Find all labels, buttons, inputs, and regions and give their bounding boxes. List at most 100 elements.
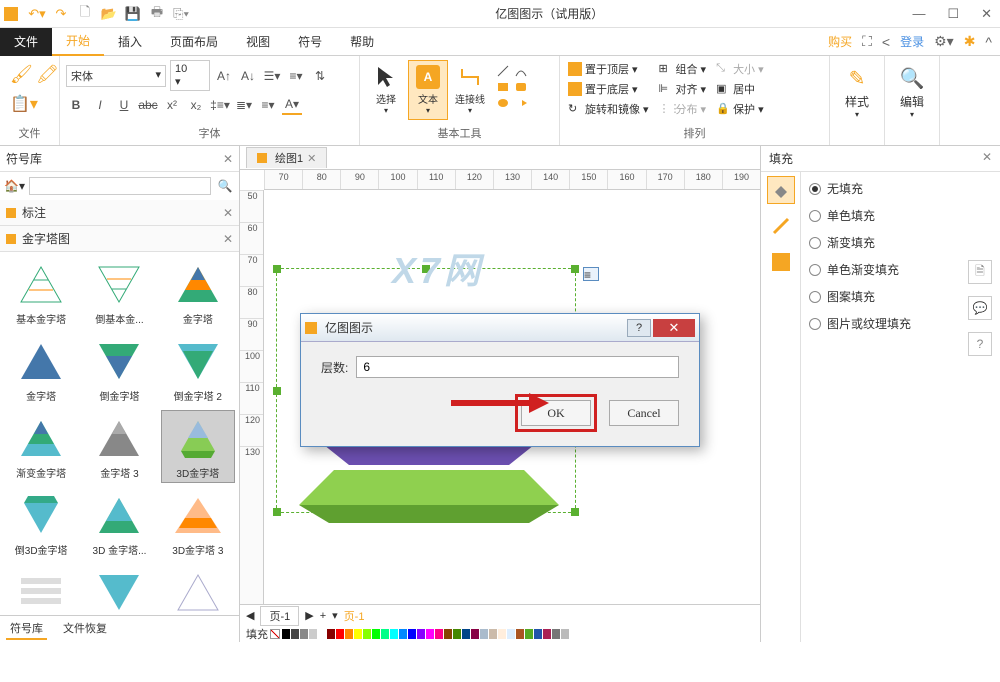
cancel-button[interactable]: Cancel	[609, 400, 679, 426]
category-annotation[interactable]: 标注✕	[0, 200, 239, 226]
redo-icon[interactable]: ↷	[52, 5, 70, 23]
color-swatch[interactable]	[426, 629, 434, 639]
strike-button[interactable]: abc	[138, 95, 158, 115]
color-swatch[interactable]	[489, 629, 497, 639]
document-tab[interactable]: 绘图1 ✕	[246, 147, 327, 168]
align-vert-icon[interactable]: ≡▾	[286, 66, 306, 86]
color-swatch[interactable]	[390, 629, 398, 639]
color-swatch[interactable]	[525, 629, 533, 639]
close-panel-icon[interactable]: ✕	[223, 152, 233, 166]
social-icon[interactable]: <	[882, 34, 890, 50]
color-swatch[interactable]	[327, 629, 335, 639]
text-direction-icon[interactable]: ⇅	[310, 66, 330, 86]
font-family-select[interactable]: 宋体 ▾	[66, 65, 166, 87]
italic-button[interactable]: I	[90, 95, 110, 115]
edit-button[interactable]: 🔍 编辑 ▾	[891, 60, 933, 125]
dialog-help-button[interactable]: ?	[627, 319, 651, 337]
tab-symbol[interactable]: 符号	[284, 28, 336, 56]
subscript-icon[interactable]: x₂	[186, 95, 206, 115]
gallery-item[interactable]: 倒金字塔	[82, 333, 156, 406]
gallery-item[interactable]	[4, 564, 78, 615]
underline-button[interactable]: U	[114, 95, 134, 115]
gallery-item[interactable]: 渐变金字塔	[4, 410, 78, 483]
select-tool[interactable]: 选择 ▾	[366, 60, 406, 120]
bullets-icon[interactable]: ☰▾	[262, 66, 282, 86]
page-menu-icon[interactable]: ▾	[332, 609, 338, 622]
prev-page-icon[interactable]: ◀	[246, 609, 254, 622]
color-swatch[interactable]	[444, 629, 452, 639]
gallery-item[interactable]: 倒基本金...	[82, 256, 156, 329]
open-icon[interactable]: 📂	[100, 5, 118, 23]
tab-insert[interactable]: 插入	[104, 28, 156, 56]
tab-file-recover[interactable]: 文件恢复	[59, 618, 111, 640]
color-swatch[interactable]	[561, 629, 569, 639]
tab-symbol-lib[interactable]: 符号库	[6, 618, 47, 640]
color-swatch[interactable]	[372, 629, 380, 639]
color-swatch[interactable]	[471, 629, 479, 639]
line-shape-icon[interactable]	[496, 64, 510, 78]
minimize-button[interactable]: —	[908, 6, 929, 22]
color-swatch[interactable]	[453, 629, 461, 639]
brush-icon[interactable]: 🖍	[36, 64, 58, 86]
help-icon[interactable]: ?	[968, 332, 992, 356]
font-size-select[interactable]: 10 ▾	[170, 60, 210, 91]
center-button[interactable]: ▣居中	[714, 80, 766, 98]
login-link[interactable]: 登录	[900, 33, 924, 50]
gallery-item[interactable]: 金字塔 3	[82, 410, 156, 483]
note-icon[interactable]: 🗎	[968, 260, 992, 284]
file-menu[interactable]: 文件	[0, 28, 52, 56]
share-icon[interactable]: ⛶	[862, 33, 872, 50]
gallery-item[interactable]	[161, 564, 235, 615]
ellipse-shape-icon[interactable]	[496, 96, 510, 110]
gallery-item[interactable]: 3D 金字塔...	[82, 487, 156, 560]
color-swatch[interactable]	[534, 629, 542, 639]
line-spacing-icon[interactable]: ‡≡▾	[210, 95, 230, 115]
rect-shape-icon[interactable]	[496, 80, 510, 94]
close-fill-panel-icon[interactable]: ✕	[982, 150, 992, 167]
color-swatch[interactable]	[480, 629, 488, 639]
category-pyramid[interactable]: 金字塔图✕	[0, 226, 239, 252]
color-swatch[interactable]	[507, 629, 515, 639]
fill-option[interactable]: 渐变填充	[809, 234, 911, 251]
gallery-item[interactable]: 3D金字塔	[161, 410, 235, 483]
gallery-item[interactable]: 金字塔	[4, 333, 78, 406]
collapse-ribbon-icon[interactable]: ^	[985, 34, 992, 50]
gallery-item[interactable]: 倒3D金字塔	[4, 487, 78, 560]
fill-tool-icon[interactable]	[767, 176, 795, 204]
fill-option[interactable]: 单色填充	[809, 207, 911, 224]
gallery-item[interactable]	[82, 564, 156, 615]
close-window-button[interactable]: ✕	[977, 6, 996, 22]
add-page-icon[interactable]: +	[320, 610, 326, 622]
export-icon[interactable]: ⎘▾	[172, 5, 190, 23]
color-swatch[interactable]	[354, 629, 362, 639]
color-swatch[interactable]	[435, 629, 443, 639]
distribute-button[interactable]: ⋮⋮分布 ▾	[657, 100, 709, 118]
color-swatch[interactable]	[336, 629, 344, 639]
size-button[interactable]: ⤡大小 ▾	[714, 60, 766, 78]
gallery-item[interactable]: 基本金字塔	[4, 256, 78, 329]
close-tab-icon[interactable]: ✕	[307, 152, 316, 165]
color-swatch[interactable]	[417, 629, 425, 639]
superscript-icon[interactable]: x²	[162, 95, 182, 115]
color-swatch[interactable]	[345, 629, 353, 639]
save-icon[interactable]: 💾	[124, 5, 142, 23]
comment-icon[interactable]: 💬	[968, 296, 992, 320]
rrect-shape-icon[interactable]	[514, 80, 528, 94]
color-swatch-icon[interactable]	[767, 248, 795, 276]
search-input[interactable]	[29, 177, 211, 195]
clipboard-icon[interactable]: 📋▾	[10, 94, 38, 114]
color-swatch[interactable]	[318, 629, 326, 639]
align-h-icon[interactable]: ≡▾	[258, 95, 278, 115]
connector-tool[interactable]: 连接线 ▾	[450, 60, 490, 120]
color-swatch[interactable]	[498, 629, 506, 639]
search-icon[interactable]: 🔍	[215, 176, 235, 196]
gear-icon[interactable]: ⚙▾	[934, 33, 954, 50]
color-swatch[interactable]	[363, 629, 371, 639]
text-tool[interactable]: A 文本 ▾	[408, 60, 448, 120]
home-icon[interactable]: 🏠▾	[4, 179, 25, 193]
gallery-item[interactable]: 3D金字塔 3	[161, 487, 235, 560]
fill-option[interactable]: 图片或纹理填充	[809, 315, 911, 332]
font-color-icon[interactable]: A▾	[282, 95, 302, 115]
color-swatch[interactable]	[462, 629, 470, 639]
bring-front-button[interactable]: 置于顶层 ▾	[566, 60, 651, 78]
